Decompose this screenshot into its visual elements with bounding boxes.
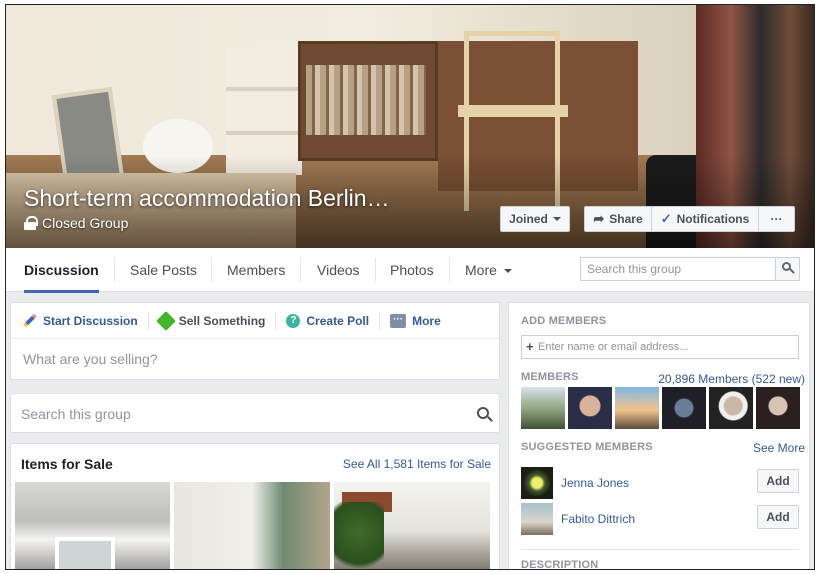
avatar[interactable] — [521, 503, 553, 535]
notifications-label: Notifications — [676, 212, 750, 226]
chevron-down-icon — [552, 217, 561, 221]
add-members-input[interactable] — [538, 336, 788, 358]
avatar[interactable] — [709, 387, 753, 429]
price-tag-icon — [155, 310, 176, 331]
group-sidebar: ADD MEMBERS + MEMBERS 20,896 Members (52… — [508, 302, 810, 570]
share-button[interactable]: ➦ Share — [584, 206, 652, 232]
cover-photo: Short-term accommodation Berlin… Closed … — [6, 5, 814, 248]
start-discussion-label: Start Discussion — [43, 313, 138, 328]
joined-button[interactable]: Joined — [500, 206, 570, 232]
divider — [521, 549, 799, 550]
tab-more-label: More — [465, 262, 497, 278]
see-all-items-link[interactable]: See All 1,581 Items for Sale — [343, 457, 491, 471]
avatar[interactable] — [615, 387, 659, 429]
add-member-button[interactable]: Add — [757, 505, 799, 529]
more-dots-icon: ··· — [390, 313, 407, 328]
joined-label: Joined — [509, 212, 548, 226]
group-search-box — [10, 393, 500, 433]
tab-more[interactable]: More — [465, 248, 512, 292]
sale-item-photo[interactable] — [174, 482, 330, 569]
composer-more-button[interactable]: ··· More — [390, 312, 451, 330]
avatar[interactable] — [521, 387, 565, 429]
add-member-button[interactable]: Add — [757, 469, 799, 493]
tab-members[interactable]: Members — [227, 248, 285, 292]
share-label: Share — [609, 212, 643, 226]
add-members-heading: ADD MEMBERS — [521, 315, 607, 327]
group-tabs: Discussion Sale Posts Members Videos Pho… — [6, 248, 814, 293]
suggested-member-name[interactable]: Fabito Dittrich — [561, 512, 635, 526]
sale-item-photo[interactable] — [334, 482, 490, 569]
suggested-member: Fabito Dittrich Add — [521, 503, 799, 535]
group-title[interactable]: Short-term accommodation Berlin… — [24, 185, 390, 212]
items-for-sale: Items for Sale See All 1,581 Items for S… — [10, 443, 500, 569]
suggested-members-heading: SUGGESTED MEMBERS — [521, 441, 653, 453]
search-icon — [782, 262, 791, 271]
avatar[interactable] — [521, 467, 553, 499]
group-search-input[interactable] — [21, 404, 461, 424]
suggested-member-name[interactable]: Jenna Jones — [561, 476, 629, 490]
composer-actions: Start Discussion Sell Something ? Create… — [11, 303, 499, 339]
create-poll-button[interactable]: ? Create Poll — [286, 311, 381, 330]
notifications-button[interactable]: ✓ Notifications — [651, 206, 759, 232]
group-privacy-label: Closed Group — [42, 215, 129, 231]
member-avatars — [521, 387, 800, 429]
suggested-member: Jenna Jones Add — [521, 467, 799, 499]
tab-search-input[interactable] — [581, 258, 771, 280]
plus-icon: + — [526, 339, 534, 354]
start-discussion-button[interactable]: Start Discussion — [23, 311, 149, 330]
tab-videos[interactable]: Videos — [317, 248, 360, 292]
members-heading: MEMBERS — [521, 371, 579, 383]
composer-more-label: More — [412, 313, 441, 328]
tab-discussion[interactable]: Discussion — [24, 248, 99, 293]
add-members-box: + — [521, 335, 799, 359]
group-page: Short-term accommodation Berlin… Closed … — [5, 4, 815, 570]
lock-icon — [24, 216, 38, 230]
share-arrow-icon: ➦ — [593, 211, 605, 226]
sell-something-button[interactable]: Sell Something — [155, 310, 277, 331]
tab-sale-posts[interactable]: Sale Posts — [130, 248, 197, 292]
sale-item-photo[interactable] — [15, 482, 170, 569]
tab-photos[interactable]: Photos — [390, 248, 434, 292]
cover-more-button[interactable]: ··· — [758, 206, 795, 232]
tab-search-box — [580, 257, 800, 281]
items-for-sale-title: Items for Sale — [21, 456, 113, 472]
members-count-link[interactable]: 20,896 Members (522 new) — [658, 372, 805, 386]
avatar[interactable] — [756, 387, 800, 429]
see-more-link[interactable]: See More — [753, 441, 805, 455]
chevron-down-icon — [503, 269, 512, 274]
post-composer: Start Discussion Sell Something ? Create… — [10, 302, 500, 380]
create-poll-label: Create Poll — [306, 313, 370, 328]
tab-search-button[interactable] — [775, 258, 799, 280]
avatar[interactable] — [568, 387, 612, 429]
search-icon[interactable] — [477, 407, 489, 419]
avatar[interactable] — [662, 387, 706, 429]
composer-input[interactable] — [23, 351, 483, 367]
check-icon: ✓ — [660, 211, 672, 226]
poll-icon: ? — [286, 313, 301, 328]
pencil-icon — [23, 314, 37, 328]
group-privacy: Closed Group — [24, 215, 128, 231]
sell-something-label: Sell Something — [178, 313, 266, 328]
description-heading: DESCRIPTION — [521, 559, 599, 570]
